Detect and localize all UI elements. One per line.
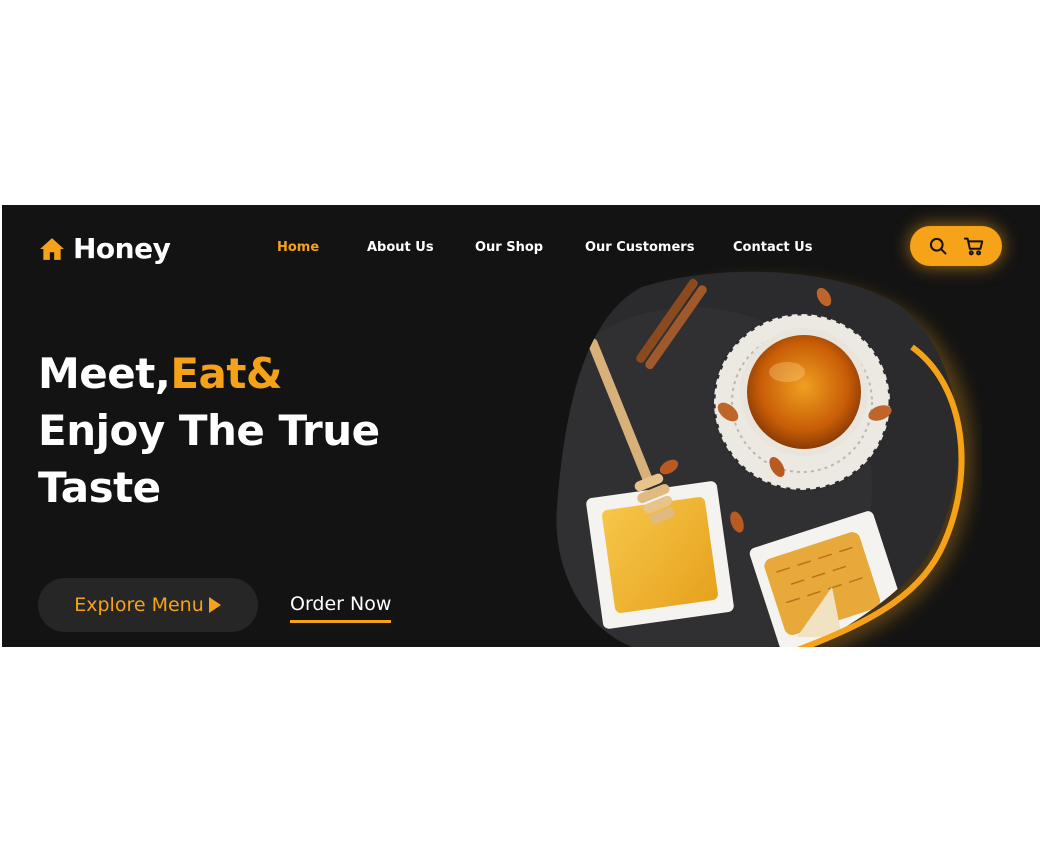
cart-icon[interactable] [963, 235, 985, 257]
nav-home[interactable]: Home [277, 240, 319, 255]
honey-hero-image [542, 267, 982, 647]
headline-accent: Eat& [170, 349, 283, 398]
nav-contact-us[interactable]: Contact Us [733, 240, 812, 255]
nav-our-shop[interactable]: Our Shop [475, 240, 543, 255]
brand-name: Honey [73, 232, 171, 265]
home-icon [40, 237, 64, 260]
headline-line-2: Enjoy The True [38, 406, 380, 455]
hero-banner: Honey Home About Us Our Shop Our Custome… [2, 205, 1040, 647]
play-triangle-icon [208, 597, 221, 613]
explore-menu-button[interactable]: Explore Menu [38, 578, 258, 632]
headline-line-3: Taste [38, 463, 161, 512]
explore-menu-label: Explore Menu [74, 594, 204, 616]
header-actions [910, 226, 1002, 266]
nav-our-customers[interactable]: Our Customers [585, 240, 694, 255]
headline-line-1: Meet,Eat& [38, 349, 283, 398]
search-icon[interactable] [927, 235, 949, 257]
hero-headline: Meet,Eat& Enjoy The True Taste [38, 345, 380, 516]
order-now-button[interactable]: Order Now [290, 593, 392, 623]
nav-about-us[interactable]: About Us [367, 240, 434, 255]
brand-logo[interactable]: Honey [39, 232, 171, 265]
